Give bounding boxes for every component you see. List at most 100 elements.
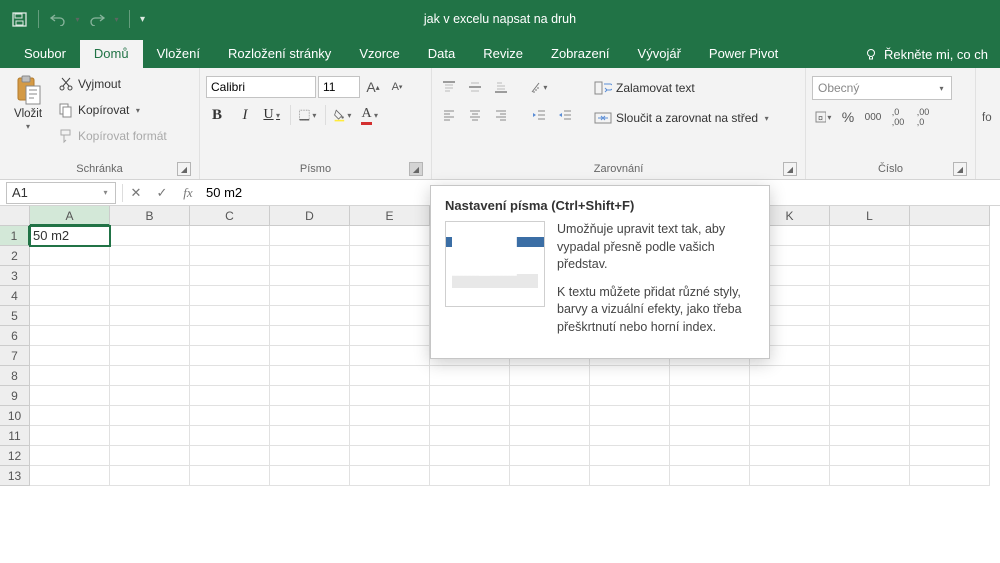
cell[interactable]: [910, 466, 990, 486]
row-header[interactable]: 4: [0, 286, 30, 306]
row-header[interactable]: 2: [0, 246, 30, 266]
redo-dropdown-icon[interactable]: ▾: [112, 8, 121, 30]
align-middle-icon[interactable]: [464, 76, 486, 98]
increase-font-icon[interactable]: A▴: [362, 76, 384, 98]
tell-me-search[interactable]: Řekněte mi, co ch: [852, 41, 1000, 68]
cell[interactable]: [30, 306, 110, 326]
row-header[interactable]: 1: [0, 226, 30, 246]
cell[interactable]: [910, 346, 990, 366]
tab-insert[interactable]: Vložení: [143, 40, 214, 68]
row-header[interactable]: 10: [0, 406, 30, 426]
cell[interactable]: [350, 326, 430, 346]
cell[interactable]: [190, 366, 270, 386]
align-top-icon[interactable]: [438, 76, 460, 98]
cell[interactable]: [110, 306, 190, 326]
cell[interactable]: [110, 466, 190, 486]
column-header[interactable]: B: [110, 206, 190, 226]
cell[interactable]: [30, 286, 110, 306]
orientation-icon[interactable]: ▾: [528, 76, 550, 98]
row-header[interactable]: 8: [0, 366, 30, 386]
tab-layout[interactable]: Rozložení stránky: [214, 40, 345, 68]
cell[interactable]: [190, 386, 270, 406]
font-size-input[interactable]: [318, 76, 360, 98]
enter-formula-icon[interactable]: ✓: [149, 182, 175, 204]
cell[interactable]: [30, 346, 110, 366]
cell[interactable]: [30, 266, 110, 286]
cell[interactable]: [750, 446, 830, 466]
borders-button[interactable]: ▾: [297, 104, 319, 126]
accounting-format-icon[interactable]: ¤▾: [812, 106, 834, 128]
cell[interactable]: [270, 226, 350, 246]
increase-indent-icon[interactable]: [554, 104, 576, 126]
cell[interactable]: [350, 406, 430, 426]
cell[interactable]: [910, 386, 990, 406]
cell[interactable]: [30, 406, 110, 426]
cell[interactable]: [590, 366, 670, 386]
qat-customize-icon[interactable]: ▾: [138, 8, 147, 30]
underline-button[interactable]: U▾: [262, 104, 284, 126]
cell[interactable]: [910, 446, 990, 466]
fill-color-button[interactable]: ▾: [332, 104, 354, 126]
row-header[interactable]: 13: [0, 466, 30, 486]
row-header[interactable]: 6: [0, 326, 30, 346]
cell[interactable]: [830, 326, 910, 346]
cell[interactable]: [350, 306, 430, 326]
cell[interactable]: [110, 426, 190, 446]
cell[interactable]: [110, 446, 190, 466]
cell[interactable]: [350, 346, 430, 366]
cell[interactable]: [910, 426, 990, 446]
cell[interactable]: [830, 426, 910, 446]
cell[interactable]: [910, 306, 990, 326]
cell[interactable]: [350, 286, 430, 306]
cell[interactable]: [910, 266, 990, 286]
font-color-button[interactable]: A▾: [360, 104, 382, 126]
thousands-icon[interactable]: 000: [862, 106, 884, 128]
tab-formulas[interactable]: Vzorce: [345, 40, 413, 68]
number-format-select[interactable]: Obecný ▾: [812, 76, 952, 100]
cell[interactable]: [830, 366, 910, 386]
cell[interactable]: [270, 286, 350, 306]
column-header[interactable]: L: [830, 206, 910, 226]
cell[interactable]: [430, 426, 510, 446]
tab-powerpivot[interactable]: Power Pivot: [695, 40, 792, 68]
cell[interactable]: [110, 286, 190, 306]
number-launcher-icon[interactable]: ◢: [953, 162, 967, 176]
percent-icon[interactable]: %: [837, 106, 859, 128]
cell[interactable]: [590, 406, 670, 426]
cell[interactable]: [430, 466, 510, 486]
cell[interactable]: [110, 346, 190, 366]
alignment-launcher-icon[interactable]: ◢: [783, 162, 797, 176]
copy-button[interactable]: Kopírovat ▾: [54, 98, 171, 122]
cell[interactable]: [510, 466, 590, 486]
cell[interactable]: [830, 446, 910, 466]
cell[interactable]: [830, 466, 910, 486]
cut-button[interactable]: Vyjmout: [54, 72, 171, 96]
cell[interactable]: [110, 326, 190, 346]
cell[interactable]: [270, 266, 350, 286]
cell[interactable]: [350, 446, 430, 466]
cell[interactable]: [830, 406, 910, 426]
cell[interactable]: [830, 246, 910, 266]
cell[interactable]: [190, 466, 270, 486]
wrap-text-button[interactable]: Zalamovat text: [590, 76, 775, 100]
cell[interactable]: [430, 406, 510, 426]
cell[interactable]: [910, 286, 990, 306]
cell[interactable]: [670, 386, 750, 406]
tab-data[interactable]: Data: [414, 40, 469, 68]
cell[interactable]: [910, 226, 990, 246]
cell[interactable]: [190, 346, 270, 366]
cell[interactable]: [830, 386, 910, 406]
font-launcher-icon[interactable]: ◢: [409, 162, 423, 176]
column-header[interactable]: E: [350, 206, 430, 226]
cell[interactable]: [270, 246, 350, 266]
fx-icon[interactable]: fx: [175, 182, 201, 204]
cell[interactable]: [270, 466, 350, 486]
font-name-input[interactable]: [206, 76, 316, 98]
cell[interactable]: [30, 366, 110, 386]
cell[interactable]: [110, 246, 190, 266]
undo-icon[interactable]: [47, 8, 69, 30]
cell[interactable]: [750, 386, 830, 406]
cell[interactable]: [30, 446, 110, 466]
format-painter-button[interactable]: Kopírovat formát: [54, 124, 171, 148]
cell[interactable]: [430, 446, 510, 466]
